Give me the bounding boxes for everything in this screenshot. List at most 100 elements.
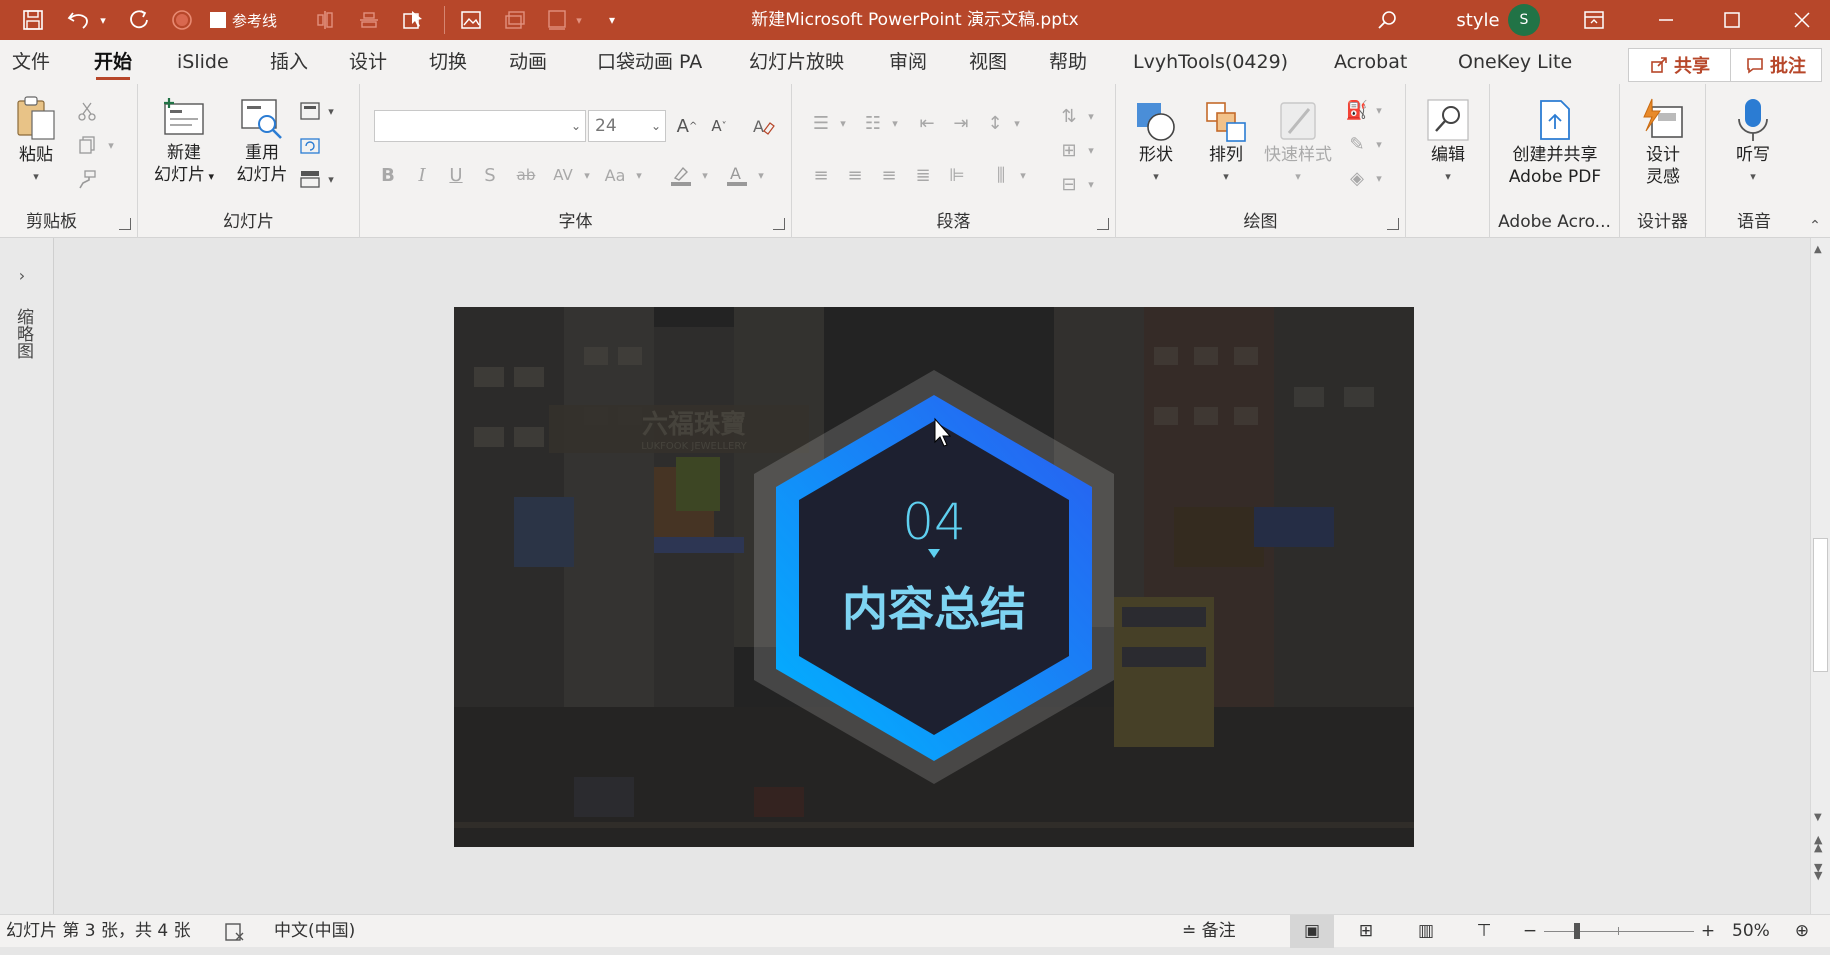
line-spacing-icon[interactable]: ↕ [980,108,1010,138]
share-button[interactable]: 共享 [1628,48,1732,82]
maximize-icon[interactable] [1714,6,1750,34]
change-case-icon[interactable]: Aa [598,160,632,190]
layout-icon[interactable] [296,98,324,124]
tab-onekey[interactable]: OneKey Lite [1458,40,1572,84]
layout-dropdown-icon[interactable]: ▾ [324,102,338,120]
bold-icon[interactable]: B [374,160,402,190]
zoom-level[interactable]: 50% [1732,915,1770,948]
character-spacing-dropdown-icon[interactable]: ▾ [580,164,594,186]
smartart-icon[interactable]: ⊟ [1054,170,1084,198]
clipboard-launcher-icon[interactable] [119,218,131,230]
record-icon[interactable] [168,6,196,34]
strikethrough-icon[interactable]: ab [510,160,542,190]
undo-icon[interactable] [64,6,94,34]
slide-canvas[interactable]: 六福珠寶 LUKFOOK JEWELLERY 04 内容总结 [454,307,1414,847]
slide-copy-icon[interactable] [500,6,530,34]
italic-icon[interactable]: I [408,160,436,190]
arrange-button[interactable]: 排列 ▾ [1194,98,1258,188]
reading-view-button[interactable]: ▥ [1410,915,1442,948]
tab-home[interactable]: 开始 [94,40,132,84]
previous-slide-icon[interactable]: ▲ ▲ [1814,834,1822,853]
align-text-icon[interactable]: ⊞ [1054,136,1084,164]
section-number[interactable]: 04 [902,493,966,551]
fit-to-window-icon[interactable]: ⊕ [1790,915,1814,948]
tab-transitions[interactable]: 切换 [429,40,467,84]
tab-insert[interactable]: 插入 [270,40,308,84]
paste-button[interactable]: 粘贴 ▾ [8,94,64,188]
scroll-up-icon[interactable]: ▲ [1814,244,1822,255]
redo-icon[interactable] [124,6,154,34]
zoom-in-icon[interactable]: + [1698,915,1718,948]
layout-icon[interactable] [542,6,572,34]
reset-icon[interactable] [296,132,324,158]
align-left-icon[interactable]: ≡ [806,160,836,190]
numbering-dropdown-icon[interactable]: ▾ [888,112,902,134]
text-direction-dropdown-icon[interactable]: ▾ [1084,106,1098,126]
avatar[interactable]: S [1508,4,1540,36]
highlight-color-icon[interactable] [666,160,696,190]
new-slide-button[interactable]: 新建 幻灯片 ▾ [152,94,216,188]
tab-lvyhtools[interactable]: LvyhTools(0429) [1133,40,1288,84]
align-right-icon[interactable]: ≡ [874,160,904,190]
dictate-dropdown-icon[interactable]: ▾ [1720,166,1786,188]
align-center-text-icon[interactable]: ≡ [840,160,870,190]
paste-dropdown-icon[interactable]: ▾ [8,166,64,188]
close-icon[interactable] [1784,6,1820,34]
tab-view[interactable]: 视图 [969,40,1007,84]
language-indicator[interactable]: 中文(中国) [274,915,355,948]
section-title[interactable]: 内容总结 [842,582,1026,636]
underline-icon[interactable]: U [442,160,470,190]
shape-fill-dropdown-icon[interactable]: ▾ [1372,100,1386,120]
minimize-icon[interactable] [1648,6,1684,34]
user-name[interactable]: style [1452,6,1504,34]
bullets-icon[interactable]: ☰ [806,108,836,138]
tab-acrobat[interactable]: Acrobat [1334,40,1407,84]
tab-slideshow[interactable]: 幻灯片放映 [749,40,844,84]
vertical-scrollbar[interactable]: ▲ ▼ ▲ ▲ ▼ ▼ [1810,238,1830,914]
create-share-pdf-button[interactable]: 创建并共享 Adobe PDF [1494,96,1616,188]
increase-indent-icon[interactable]: ⇥ [946,108,976,138]
customize-quick-access-icon[interactable]: ▾ [600,6,624,34]
scroll-thumb[interactable] [1813,538,1828,672]
justify-icon[interactable]: ≣ [908,160,938,190]
slide-sorter-button[interactable]: ⊞ [1350,915,1382,948]
copy-icon[interactable] [74,132,100,158]
slideshow-button[interactable]: ⊤ [1468,915,1500,948]
cut-icon[interactable] [74,98,100,124]
expand-thumbnails-icon[interactable]: › [12,266,32,286]
comment-button[interactable]: 批注 [1730,48,1822,82]
align-middle-icon[interactable] [354,6,384,34]
zoom-slider-thumb[interactable] [1574,923,1580,939]
shapes-button[interactable]: 形状 ▾ [1124,98,1188,188]
picture-icon[interactable] [456,6,486,34]
highlight-dropdown-icon[interactable]: ▾ [698,164,712,186]
section-icon[interactable] [296,166,324,192]
font-name-input[interactable]: ⌄ [374,110,586,142]
tab-review[interactable]: 审阅 [889,40,927,84]
normal-view-button[interactable]: ▣ [1290,915,1334,948]
shape-outline-icon[interactable]: ✎ [1342,130,1372,158]
save-icon[interactable] [18,6,48,34]
undo-dropdown-icon[interactable]: ▾ [96,6,110,34]
paragraph-launcher-icon[interactable] [1097,218,1109,230]
shape-fill-icon[interactable]: ⛽ [1342,96,1372,124]
scroll-down-icon[interactable]: ▼ [1814,812,1822,823]
zoom-slider[interactable] [1544,923,1694,939]
format-painter-icon[interactable] [74,166,100,192]
numbering-icon[interactable]: ☷ [858,108,888,138]
decrease-indent-icon[interactable]: ⇤ [912,108,942,138]
change-case-dropdown-icon[interactable]: ▾ [632,164,646,186]
font-size-dropdown-icon[interactable]: ⌄ [651,111,661,141]
columns-dropdown-icon[interactable]: ▾ [1016,164,1030,186]
editing-dropdown-icon[interactable]: ▾ [1416,166,1480,188]
quick-styles-dropdown-icon[interactable]: ▾ [1258,166,1338,188]
bullets-dropdown-icon[interactable]: ▾ [836,112,850,134]
increase-font-size-icon[interactable]: A ^ [672,112,702,140]
tab-design[interactable]: 设计 [349,40,387,84]
shape-outline-dropdown-icon[interactable]: ▾ [1372,134,1386,154]
shapes-dropdown-icon[interactable]: ▾ [1124,166,1188,188]
font-name-dropdown-icon[interactable]: ⌄ [571,111,581,141]
text-direction-icon[interactable]: ⇅ [1054,102,1084,130]
shape-effects-dropdown-icon[interactable]: ▾ [1372,168,1386,188]
distributed-icon[interactable]: ⊫ [942,160,972,190]
